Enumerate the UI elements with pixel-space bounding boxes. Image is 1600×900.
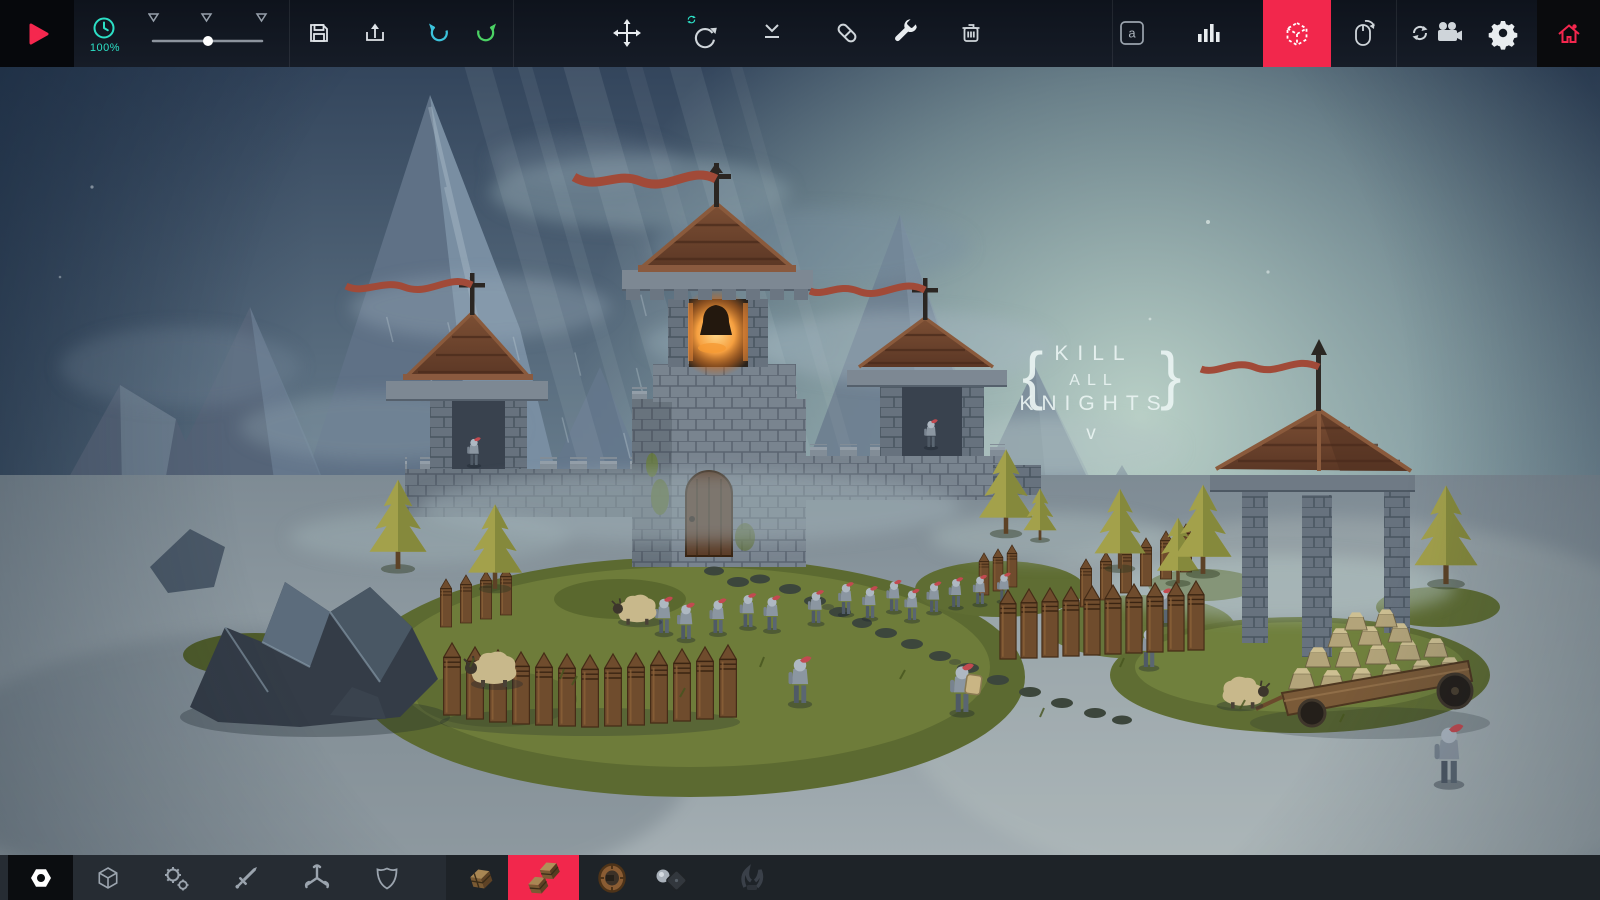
nut-icon: [28, 865, 54, 891]
save-button[interactable]: [297, 11, 341, 55]
block-item-wooden-block[interactable]: [455, 855, 507, 900]
top-toolbar: 100%: [0, 0, 1600, 67]
slider-knob[interactable]: [203, 36, 213, 46]
translate-tool-icon: [610, 16, 644, 50]
home-icon: [1552, 17, 1586, 51]
adjust-tool-icon: [890, 17, 922, 49]
level-viewport[interactable]: { KILL ALL KNIGHTS } v: [0, 67, 1600, 900]
block-item-double-wooden-block[interactable]: [508, 855, 579, 900]
powered-wheel-thumb: [594, 860, 630, 896]
rotate-tool-icon: [680, 10, 724, 56]
machine-stats-button[interactable]: [1187, 11, 1231, 55]
delete-tool-icon: [955, 17, 987, 49]
slider-markers: [149, 14, 266, 21]
ball-joint-plate-thumb: [650, 861, 690, 895]
block-item-powered-wheel[interactable]: [586, 855, 638, 900]
category-tab-weapons[interactable]: [220, 855, 272, 900]
keymap-key-icon: a: [1115, 16, 1149, 50]
vignette: [0, 67, 1600, 900]
ghost-blocks-cube-icon: [1280, 17, 1314, 51]
play-icon: [20, 17, 54, 51]
category-tab-flight[interactable]: [291, 855, 343, 900]
cube-icon: [95, 865, 121, 891]
machine-stats-icon: [1193, 17, 1225, 49]
erase-tool-button[interactable]: [825, 11, 869, 55]
shield-icon: [374, 865, 400, 891]
category-tab-armour[interactable]: [361, 855, 413, 900]
mouse-settings-icon: [1346, 15, 1382, 51]
block-item-grabber[interactable]: [726, 855, 778, 900]
place-on-ground-icon: [756, 17, 788, 49]
sword-icon: [232, 864, 260, 892]
erase-tool-icon: [831, 17, 863, 49]
svg-text:a: a: [1128, 26, 1136, 41]
toolbar-divider: [1396, 0, 1397, 67]
wooden-block-thumb: [464, 861, 498, 895]
toolbar-divider: [513, 0, 514, 67]
double-wooden-block-thumb: [522, 858, 566, 898]
redo-icon: [470, 17, 502, 49]
undo-icon: [423, 17, 455, 49]
delete-tool-button[interactable]: [949, 11, 993, 55]
save-icon: [304, 18, 334, 48]
play-tab[interactable]: [0, 0, 74, 67]
grabber-thumb: [735, 861, 769, 895]
undo-button[interactable]: [417, 11, 461, 55]
translate-tool-button[interactable]: [605, 11, 649, 55]
load-icon: [360, 18, 390, 48]
load-button[interactable]: [353, 11, 397, 55]
ghost-blocks-tab[interactable]: [1263, 0, 1331, 67]
settings-button[interactable]: [1481, 11, 1525, 55]
gears-icon: [161, 863, 191, 893]
category-tab-mechanical[interactable]: [150, 855, 202, 900]
camera-mode-button[interactable]: [1410, 11, 1466, 55]
rotate-tool-button[interactable]: [680, 11, 724, 55]
toolbar-divider: [289, 0, 290, 67]
simulation-speed-clock-icon: [89, 13, 119, 43]
keymap-button[interactable]: a: [1110, 11, 1154, 55]
mouse-settings-button[interactable]: [1342, 11, 1386, 55]
category-tab-blocks[interactable]: [82, 855, 134, 900]
simulation-speed-value: 100%: [82, 42, 128, 54]
speed-slider[interactable]: [148, 0, 268, 67]
settings-gear-icon: [1486, 16, 1520, 50]
category-tab-basics[interactable]: [8, 855, 73, 900]
adjust-tool-button[interactable]: [884, 11, 928, 55]
redo-button[interactable]: [464, 11, 508, 55]
auto-rotate-mini-icon: [687, 16, 695, 24]
block-toolbar: [0, 855, 1600, 900]
home-tab[interactable]: [1537, 0, 1600, 67]
camera-mode-icon: [1412, 17, 1464, 49]
block-item-ball-joint-plate[interactable]: [644, 855, 696, 900]
propeller-icon: [303, 864, 331, 892]
place-on-ground-button[interactable]: [750, 11, 794, 55]
